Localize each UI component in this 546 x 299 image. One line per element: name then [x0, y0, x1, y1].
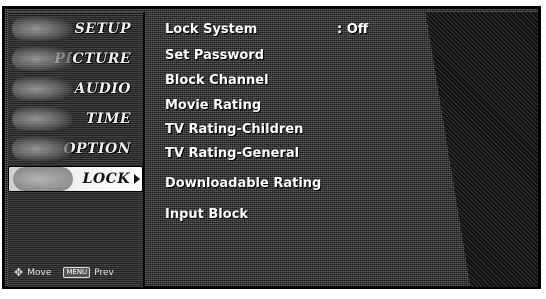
- time-icon: [12, 107, 72, 131]
- setup-icon: [12, 17, 72, 41]
- decorative-slant: [425, 12, 538, 287]
- prev-label: Prev: [94, 267, 114, 278]
- menu-item-label: AUDIO: [74, 81, 131, 97]
- option-tv-rating-children[interactable]: TV Rating-Children: [165, 122, 303, 137]
- tv-menu-screen: SETUP PICTURE AUDIO TIME OPTION LOCK ✥ M…: [0, 0, 546, 299]
- option-downloadable-rating[interactable]: Downloadable Rating: [165, 176, 321, 191]
- move-label: Move: [27, 267, 52, 278]
- menu-item-audio[interactable]: AUDIO: [8, 76, 143, 102]
- caret-right-icon: [134, 174, 140, 184]
- lock-system-value: : Off: [337, 22, 369, 37]
- menu-key-icon: MENU: [63, 267, 91, 278]
- option-block-channel[interactable]: Block Channel: [165, 73, 269, 88]
- option-input-block[interactable]: Input Block: [165, 207, 248, 222]
- audio-icon: [12, 77, 72, 101]
- move-arrows-icon: ✥: [14, 266, 24, 279]
- option-icon: [12, 137, 72, 161]
- menu-item-label: LOCK: [82, 171, 130, 187]
- option-set-password[interactable]: Set Password: [165, 48, 264, 63]
- menu-item-option[interactable]: OPTION: [8, 136, 143, 162]
- category-menu: SETUP PICTURE AUDIO TIME OPTION LOCK ✥ M…: [8, 12, 145, 287]
- option-tv-rating-general[interactable]: TV Rating-General: [165, 146, 299, 161]
- menu-item-lock[interactable]: LOCK: [8, 166, 143, 192]
- picture-icon: [12, 47, 72, 71]
- menu-item-picture[interactable]: PICTURE: [8, 46, 143, 72]
- menu-item-time[interactable]: TIME: [8, 106, 143, 132]
- menu-panel: SETUP PICTURE AUDIO TIME OPTION LOCK ✥ M…: [2, 6, 541, 289]
- option-movie-rating[interactable]: Movie Rating: [165, 98, 261, 113]
- menu-item-label: TIME: [85, 111, 131, 127]
- lock-options: Lock System : Off Set Password Block Cha…: [147, 12, 538, 287]
- navigation-hint: ✥ Move MENU Prev: [14, 266, 142, 279]
- lock-icon: [13, 167, 73, 191]
- menu-item-label: OPTION: [63, 141, 131, 157]
- menu-item-label: SETUP: [74, 21, 131, 37]
- option-lock-system[interactable]: Lock System: [165, 22, 257, 37]
- menu-item-setup[interactable]: SETUP: [8, 16, 143, 42]
